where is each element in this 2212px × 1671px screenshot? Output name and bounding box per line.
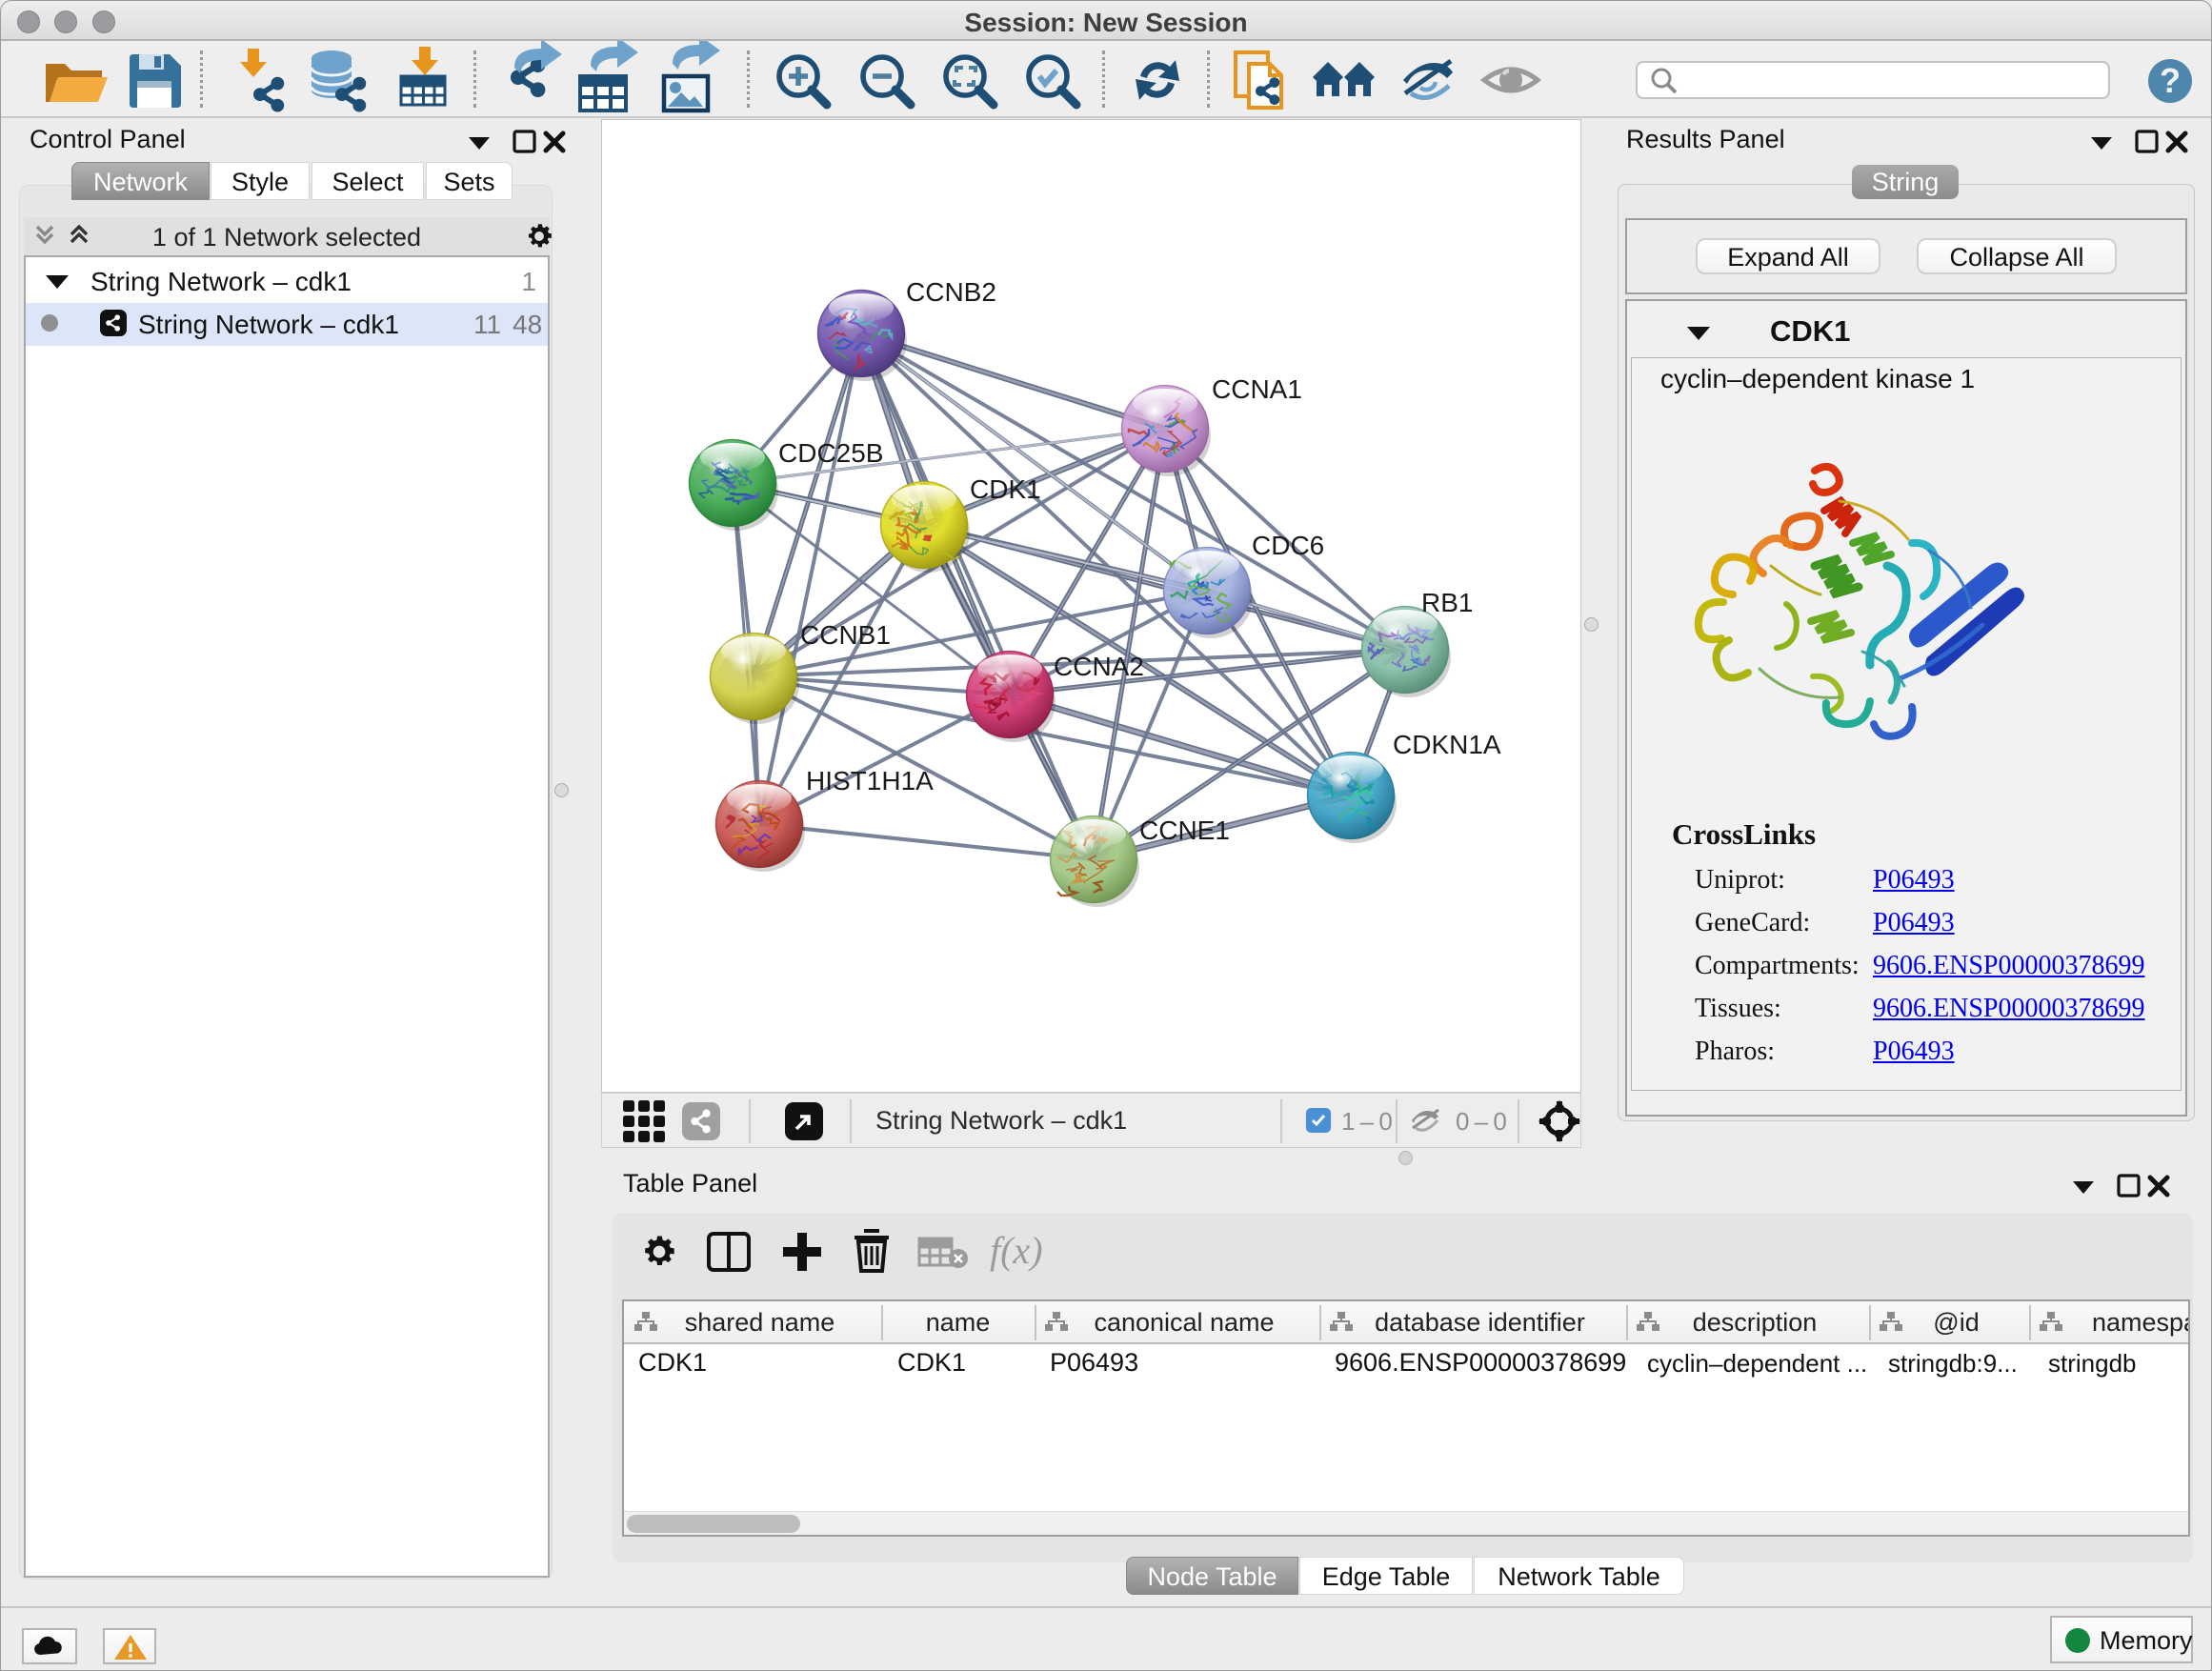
svg-text:CCNA1: CCNA1 bbox=[1212, 374, 1302, 404]
svg-text:CDC25B: CDC25B bbox=[778, 438, 883, 468]
svg-text:CCNE1: CCNE1 bbox=[1139, 815, 1230, 845]
svg-text:HIST1H1A: HIST1H1A bbox=[806, 766, 934, 795]
svg-text:CDKN1A: CDKN1A bbox=[1393, 730, 1501, 759]
svg-text:CDK1: CDK1 bbox=[970, 474, 1041, 504]
svg-text:CCNB1: CCNB1 bbox=[800, 620, 891, 650]
svg-text:CCNA2: CCNA2 bbox=[1054, 652, 1144, 681]
svg-text:RB1: RB1 bbox=[1421, 588, 1473, 617]
svg-text:CCNB2: CCNB2 bbox=[906, 277, 996, 307]
svg-text:CDC6: CDC6 bbox=[1252, 531, 1324, 560]
